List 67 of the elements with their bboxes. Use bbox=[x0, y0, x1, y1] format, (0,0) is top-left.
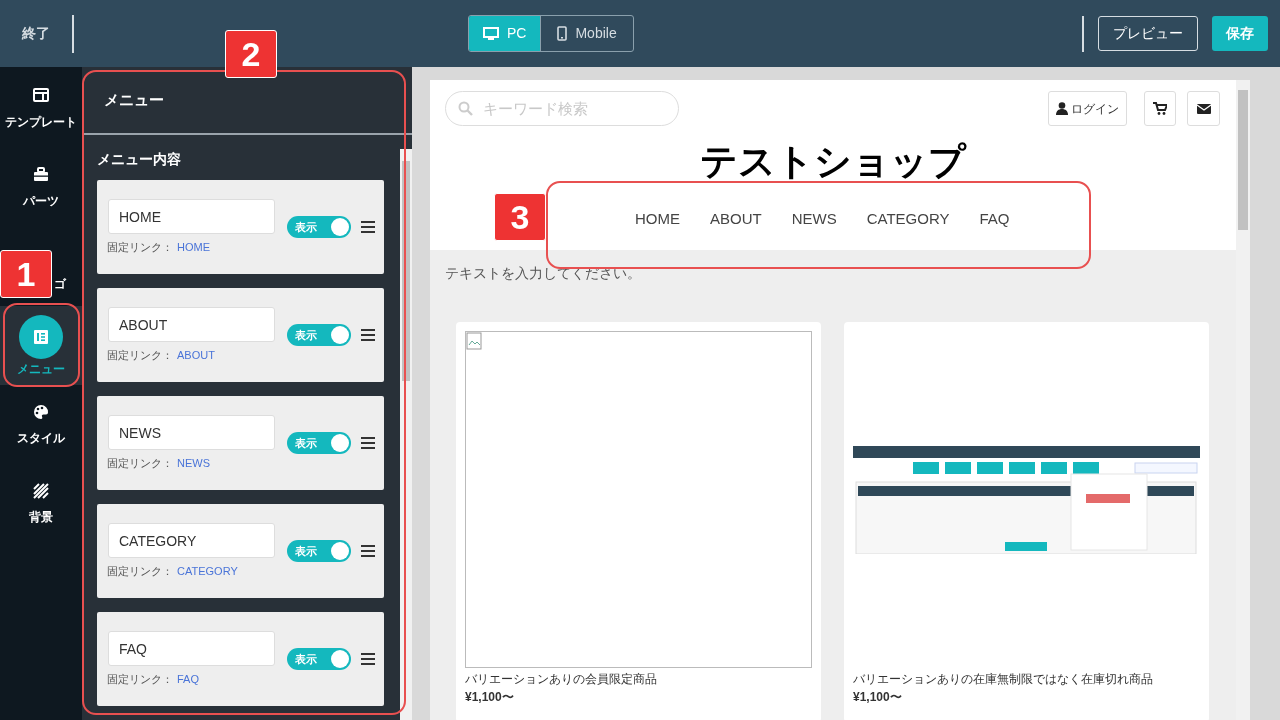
monitor-icon bbox=[483, 26, 499, 41]
rail-item[interactable]: パーツ bbox=[0, 148, 82, 227]
rail-item[interactable]: テンプレート bbox=[0, 69, 82, 148]
style-icon bbox=[33, 403, 49, 420]
panel-title: メニュー bbox=[104, 89, 164, 110]
menu-name-field[interactable]: ABOUT bbox=[108, 307, 275, 342]
product-card[interactable]: バリエーションありの会員限定商品 ¥1,100〜 bbox=[456, 322, 821, 720]
link-label: 固定リンク： bbox=[107, 348, 173, 363]
rail-label: パーツ bbox=[23, 192, 59, 209]
link-label: 固定リンク： bbox=[107, 240, 173, 255]
rail-label: メニュー bbox=[17, 360, 65, 377]
menu-name-field[interactable]: HOME bbox=[108, 199, 275, 234]
rail-label: スタイル bbox=[17, 429, 65, 446]
nav-link[interactable]: HOME bbox=[635, 208, 680, 231]
cart-icon bbox=[1153, 102, 1167, 115]
preview-button[interactable]: プレビュー bbox=[1098, 16, 1198, 51]
drag-handle-icon[interactable] bbox=[361, 221, 375, 233]
menu-name-field[interactable]: FAQ bbox=[108, 631, 275, 666]
product-name: バリエーションありの会員限定商品 bbox=[465, 671, 658, 688]
number-badge: 2 bbox=[225, 30, 277, 78]
rail-item[interactable]: スタイル bbox=[0, 385, 82, 464]
link[interactable]: FAQ bbox=[177, 671, 199, 688]
rail-label: 背景 bbox=[29, 508, 53, 525]
mail-icon bbox=[1196, 103, 1211, 114]
drag-handle-icon[interactable] bbox=[361, 329, 375, 341]
nav-link[interactable]: NEWS bbox=[791, 208, 837, 231]
login-button[interactable]: ログイン bbox=[1048, 91, 1127, 126]
exit-button[interactable]: 終了 bbox=[22, 23, 50, 44]
number-badge: 3 bbox=[494, 193, 546, 241]
rail-label: テンプレート bbox=[5, 113, 77, 130]
device-tab[interactable]: Mobile bbox=[540, 16, 633, 51]
product-name: バリエーションありの在庫無制限ではなく在庫切れ商品 bbox=[853, 671, 1154, 688]
link[interactable]: HOME bbox=[177, 239, 210, 256]
search-icon bbox=[458, 101, 473, 116]
nav-link[interactable]: FAQ bbox=[979, 208, 1010, 231]
rail-item[interactable]: 背景 bbox=[0, 464, 82, 543]
product-card[interactable]: バリエーションありの在庫無制限ではなく在庫切れ商品 ¥1,100〜 bbox=[844, 322, 1209, 720]
rail-item[interactable]: ゴ bbox=[54, 276, 66, 292]
drag-handle-icon[interactable] bbox=[361, 437, 375, 449]
shop-title: テストショップ bbox=[699, 140, 968, 184]
link[interactable]: ABOUT bbox=[177, 347, 215, 364]
number-badge: 1 bbox=[0, 250, 52, 298]
link-label: 固定リンク： bbox=[107, 456, 173, 471]
product-price: ¥1,100〜 bbox=[853, 689, 903, 706]
drag-handle-icon[interactable] bbox=[361, 545, 375, 557]
nav-link[interactable]: CATEGORY bbox=[866, 208, 950, 231]
mail-button[interactable] bbox=[1187, 91, 1220, 126]
template-icon bbox=[33, 87, 49, 104]
parts-icon bbox=[33, 166, 49, 183]
phone-icon bbox=[557, 26, 568, 41]
menu-icon bbox=[19, 314, 63, 359]
scrollbar[interactable] bbox=[1236, 80, 1250, 720]
menu-name-field[interactable]: CATEGORY bbox=[108, 523, 275, 558]
broken-image-icon bbox=[466, 332, 482, 350]
nav-link[interactable]: ABOUT bbox=[710, 208, 762, 231]
link-label: 固定リンク： bbox=[107, 564, 173, 579]
link[interactable]: NEWS bbox=[177, 455, 210, 472]
link-label: 固定リンク： bbox=[107, 672, 173, 687]
rail-item[interactable]: メニュー bbox=[0, 306, 82, 385]
section-title: メニュー内容 bbox=[97, 150, 182, 169]
cart-button[interactable] bbox=[1144, 91, 1176, 126]
link[interactable]: CATEGORY bbox=[177, 563, 238, 580]
background-icon bbox=[33, 482, 49, 499]
drag-handle-icon[interactable] bbox=[361, 653, 375, 665]
menu-name-field[interactable]: NEWS bbox=[108, 415, 275, 450]
product-price: ¥1,100〜 bbox=[465, 689, 515, 706]
person-icon bbox=[1056, 102, 1068, 115]
